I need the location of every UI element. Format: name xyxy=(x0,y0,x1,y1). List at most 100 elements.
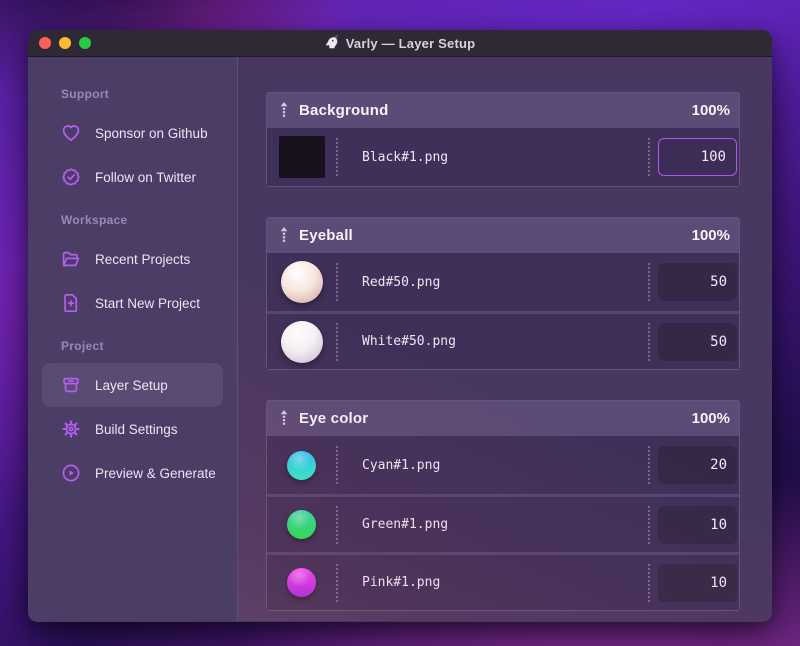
sidebar: Support Sponsor on Github Follow on Twitte… xyxy=(28,57,238,621)
heart-icon xyxy=(60,122,82,144)
layer-thumbnail-cell xyxy=(267,510,336,539)
dotted-divider xyxy=(648,322,650,361)
sidebar-item-label: Start New Project xyxy=(95,295,201,311)
dotted-divider xyxy=(648,263,650,301)
dotted-divider xyxy=(648,138,650,176)
dotted-divider xyxy=(336,138,338,176)
layer-group-opacity: 100% xyxy=(691,102,730,119)
sidebar-section: Support Sponsor on Github Follow on Twitte… xyxy=(28,87,237,199)
dotted-divider xyxy=(648,446,650,484)
layer-weight-input[interactable] xyxy=(658,446,737,484)
layer-group-header: Background 100% xyxy=(267,93,739,128)
dotted-divider xyxy=(336,563,338,602)
layer-row: Black#1.png xyxy=(267,128,739,186)
dotted-divider xyxy=(648,505,650,544)
drag-handle-icon[interactable] xyxy=(279,227,289,244)
drag-handle-icon[interactable] xyxy=(279,102,289,119)
layer-group-name: Eyeball xyxy=(299,227,353,244)
layer-filename: Pink#1.png xyxy=(362,575,441,590)
dotted-divider xyxy=(336,263,338,301)
layer-filename: White#50.png xyxy=(362,334,456,349)
sidebar-item-build-settings[interactable]: Build Settings xyxy=(42,407,223,451)
layer-thumbnail-cell xyxy=(267,261,336,303)
close-button[interactable] xyxy=(39,37,51,49)
dotted-divider xyxy=(336,446,338,484)
layer-group-name: Background xyxy=(299,102,389,119)
app-window: Varly — Layer Setup Support Sponsor on Gi… xyxy=(28,30,772,622)
sidebar-item-label: Follow on Twitter xyxy=(95,169,197,185)
drag-handle-icon[interactable] xyxy=(279,410,289,427)
dotted-divider xyxy=(648,563,650,602)
sidebar-item-preview-generate[interactable]: Preview & Generate xyxy=(42,451,223,495)
window-title: Varly — Layer Setup xyxy=(325,34,476,52)
layer-group-name: Eye color xyxy=(299,410,369,427)
file-plus-icon xyxy=(60,292,82,314)
sidebar-item-label: Recent Projects xyxy=(95,251,191,267)
sidebar-section: Workspace Recent Projects Start New Projec… xyxy=(28,213,237,325)
layer-weight-input[interactable] xyxy=(658,138,737,176)
archive-box-icon xyxy=(60,374,82,396)
layer-row: White#50.png xyxy=(267,311,739,369)
zoom-button[interactable] xyxy=(79,37,91,49)
dotted-divider xyxy=(336,505,338,544)
layer-group: Eye color 100% Cyan#1.png Green#1.png Pink#1… xyxy=(266,400,740,611)
layer-filename: Red#50.png xyxy=(362,274,441,290)
layer-row: Cyan#1.png xyxy=(267,436,739,494)
layer-group-header: Eye color 100% xyxy=(267,401,739,436)
desktop-background: Varly — Layer Setup Support Sponsor on Gi… xyxy=(0,0,800,646)
sidebar-item-label: Build Settings xyxy=(95,421,178,437)
layer-group-header: Eyeball 100% xyxy=(267,218,739,253)
gear-icon xyxy=(60,418,82,440)
badge-check-icon xyxy=(60,166,82,188)
layer-group-opacity: 100% xyxy=(691,227,730,244)
layer-filename: Cyan#1.png xyxy=(362,457,441,473)
layer-thumbnail-cell xyxy=(267,320,336,363)
sidebar-section-label: Support xyxy=(61,87,110,101)
sidebar-item-start-new-project[interactable]: Start New Project xyxy=(42,281,223,325)
sidebar-item-layer-setup[interactable]: Layer Setup xyxy=(42,363,223,407)
layer-thumbnail-cell xyxy=(267,450,336,480)
sidebar-section: Project Layer Setup Build Settings Preview … xyxy=(28,339,237,495)
layer-thumbnail xyxy=(287,510,316,539)
minimize-button[interactable] xyxy=(59,37,71,49)
layer-thumbnail-cell xyxy=(267,136,336,178)
dotted-divider xyxy=(336,322,338,361)
layer-thumbnail xyxy=(280,320,323,363)
layer-group-opacity: 100% xyxy=(691,410,730,427)
layer-group: Eyeball 100% Red#50.png White#50.png xyxy=(266,217,740,370)
unicorn-icon xyxy=(325,34,340,52)
sidebar-item-label: Preview & Generate xyxy=(95,465,216,481)
layer-thumbnail xyxy=(287,568,316,597)
layer-thumbnail xyxy=(278,136,325,178)
layer-rows: Cyan#1.png Green#1.png Pink#1.png xyxy=(267,436,739,610)
sidebar-section-label: Workspace xyxy=(61,213,128,227)
sidebar-item-follow-on-twitter[interactable]: Follow on Twitter xyxy=(42,155,223,199)
sidebar-item-recent-projects[interactable]: Recent Projects xyxy=(42,237,223,281)
layer-row: Red#50.png xyxy=(267,253,739,311)
layer-thumbnail xyxy=(287,450,316,480)
layer-group: Background 100% Black#1.png xyxy=(266,92,740,187)
window-title-text: Varly — Layer Setup xyxy=(345,35,476,51)
title-bar: Varly — Layer Setup xyxy=(28,30,772,57)
layer-row: Green#1.png xyxy=(267,494,739,552)
play-circle-icon xyxy=(60,462,82,484)
traffic-lights xyxy=(39,30,91,56)
layer-setup-panel: Background 100% Black#1.png Eyeball 100% Red#… xyxy=(238,57,772,621)
sidebar-section-label: Project xyxy=(61,339,104,353)
layer-thumbnail xyxy=(280,261,323,303)
layer-filename: Green#1.png xyxy=(362,517,449,532)
window-body: Support Sponsor on Github Follow on Twitte… xyxy=(28,57,772,621)
layer-rows: Black#1.png xyxy=(267,128,739,186)
layer-thumbnail-cell xyxy=(267,568,336,597)
sidebar-item-label: Sponsor on Github xyxy=(95,125,208,141)
layer-weight-input[interactable] xyxy=(658,505,737,544)
sidebar-item-sponsor-on-github[interactable]: Sponsor on Github xyxy=(42,111,223,155)
layer-weight-input[interactable] xyxy=(658,322,737,361)
layer-weight-input[interactable] xyxy=(658,563,737,602)
layer-weight-input[interactable] xyxy=(658,263,737,301)
folder-open-icon xyxy=(60,248,82,270)
layer-filename: Black#1.png xyxy=(362,149,449,165)
layer-rows: Red#50.png White#50.png xyxy=(267,253,739,369)
sidebar-item-label: Layer Setup xyxy=(95,377,168,393)
layer-row: Pink#1.png xyxy=(267,552,739,610)
